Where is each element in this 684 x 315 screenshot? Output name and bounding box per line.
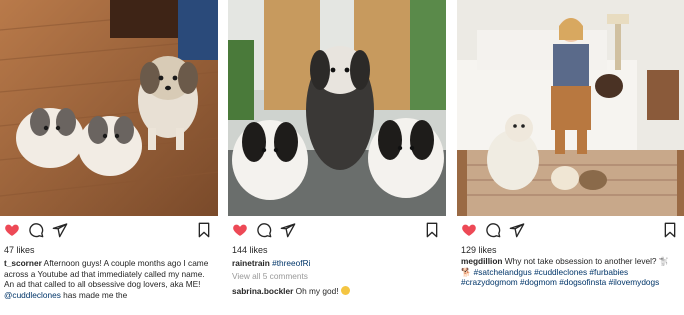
comment-text: Oh my god! [293,286,341,296]
likes-count[interactable]: 47 likes [4,245,35,255]
caption-text-end: has made me the [60,289,128,300]
post-caption: megdillion Why not take obsession to ano… [461,256,678,288]
comment-icon[interactable] [28,222,44,238]
share-icon[interactable] [52,222,68,238]
grinning-emoji-icon [340,286,350,295]
caption-username[interactable]: megdillion [461,256,503,266]
comment-icon[interactable] [256,222,272,238]
caption-username[interactable]: t_scorner [4,258,42,268]
post-photo-1[interactable] [0,0,218,216]
post-actions [461,222,678,240]
share-icon[interactable] [280,222,296,238]
comment-icon[interactable] [485,222,501,238]
bookmark-icon[interactable] [196,222,212,238]
post-photo-3[interactable] [457,0,684,216]
caption-mention[interactable]: @cuddleclones [4,290,61,300]
instagram-post-3: 129 likes megdillion Why not take obsess… [457,0,684,315]
caption-username[interactable]: rainetrain [232,258,270,268]
post-actions [232,222,440,240]
likes-count[interactable]: 129 likes [461,245,497,255]
heart-filled-icon[interactable] [461,222,477,238]
caption-hashtags[interactable]: #satchelandgus #cuddleclones #furbabies … [461,267,659,288]
heart-filled-icon[interactable] [232,222,248,238]
instagram-post-1: 47 likes t_scorner Afternoon guys! A cou… [0,0,218,315]
post-caption: t_scorner Afternoon guys! A couple month… [4,258,212,300]
post-actions [4,222,212,240]
comment: sabrina.bockler Oh my god! [232,286,440,296]
post-caption: rainetrain #threeofRi [232,258,440,269]
comment-username[interactable]: sabrina.bockler [232,286,293,296]
caption-hashtag[interactable]: #threeofRi [270,258,310,268]
likes-count[interactable]: 144 likes [232,245,268,255]
heart-filled-icon[interactable] [4,222,20,238]
bookmark-icon[interactable] [424,222,440,238]
post-photo-2[interactable] [228,0,446,216]
view-all-comments-link[interactable]: View all 5 comments [232,271,308,281]
bookmark-icon[interactable] [662,222,678,238]
instagram-post-2: 144 likes rainetrain #threeofRi View all… [228,0,446,315]
share-icon[interactable] [509,222,525,238]
